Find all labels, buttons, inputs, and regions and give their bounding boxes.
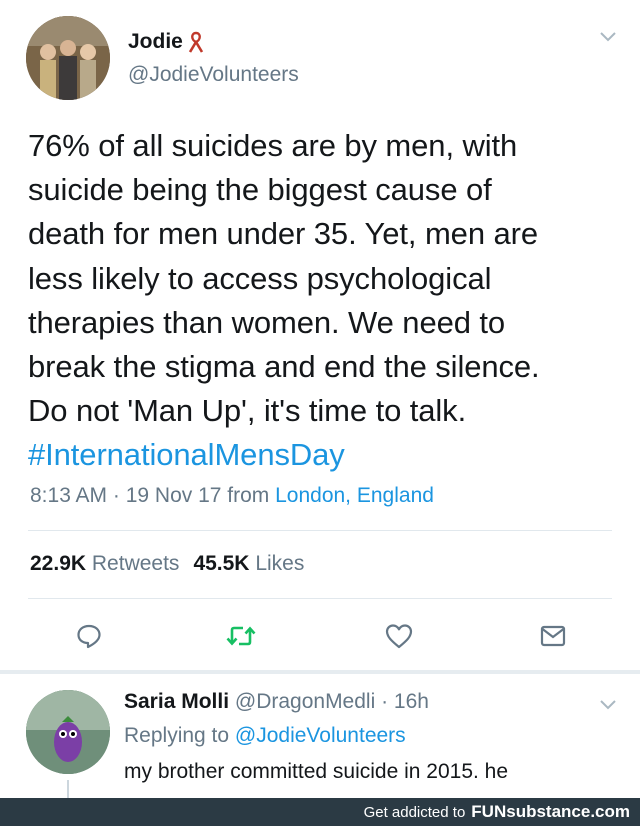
replying-to-prefix: Replying to: [124, 724, 235, 747]
likes-label[interactable]: Likes: [255, 552, 304, 575]
ribbon-emoji-icon: [188, 31, 203, 53]
footer-text: Get addicted to: [363, 803, 466, 821]
tweet-text: 76% of all suicides are by men, with sui…: [28, 124, 628, 478]
tweet-actions: [0, 619, 640, 653]
reply-header: Saria Molli @DragonMedli · 16h: [124, 690, 429, 714]
reply-tweet[interactable]: Saria Molli @DragonMedli · 16h Replying …: [0, 674, 640, 798]
tweet-text-line: 76% of all suicides are by men, with: [28, 128, 518, 163]
reply-text: my brother committed suicide in 2015. he: [124, 760, 509, 783]
tweet-meta: 8:13 AM · 19 Nov 17 from London, England: [30, 484, 434, 508]
tweet-text-line: death for men under 35. Yet, men are: [28, 216, 538, 252]
reply-icon[interactable]: [72, 619, 106, 653]
footer-brand: FUNsubstance.com: [471, 802, 630, 821]
reply-author-name[interactable]: Saria Molli: [124, 690, 229, 713]
reply-time[interactable]: · 16h: [381, 690, 429, 713]
main-tweet: Jodie @JodieVolunteers 76% of all suicid…: [0, 0, 640, 672]
divider: [28, 530, 612, 531]
replying-to: Replying to @JodieVolunteers: [124, 724, 406, 748]
tweet-text-line: therapies than women. We need to: [28, 304, 506, 340]
hashtag-link[interactable]: #InternationalMensDay: [28, 433, 628, 477]
location-link[interactable]: London, England: [275, 484, 434, 507]
tweet-text-line: suicide being the biggest cause of: [28, 172, 492, 208]
author-handle[interactable]: @JodieVolunteers: [128, 63, 299, 87]
chevron-down-icon[interactable]: [598, 698, 618, 712]
author-avatar[interactable]: [26, 16, 110, 100]
replying-to-handle[interactable]: @JodieVolunteers: [235, 724, 406, 747]
watermark-footer: Get addicted to FUNsubstance.com: [0, 798, 640, 826]
likes-count[interactable]: 45.5K: [193, 552, 249, 575]
tweet-text-line: Do not 'Man Up', it's time to talk.: [28, 393, 467, 429]
reply-author-handle[interactable]: @DragonMedli: [235, 690, 375, 713]
tweet-text-line: break the stigma and end the silence.: [28, 349, 540, 385]
retweets-count[interactable]: 22.9K: [30, 552, 86, 575]
chevron-down-icon[interactable]: [598, 30, 618, 44]
thread-line: [67, 780, 69, 798]
like-icon[interactable]: [382, 619, 416, 653]
tweet-text-line: less likely to access psychological: [28, 260, 492, 296]
message-icon[interactable]: [536, 619, 570, 653]
retweet-icon[interactable]: [224, 619, 258, 653]
divider: [28, 598, 612, 599]
retweets-label[interactable]: Retweets: [92, 552, 180, 575]
timestamp[interactable]: 8:13 AM · 19 Nov 17 from: [30, 484, 275, 507]
reply-author-avatar[interactable]: [26, 690, 110, 774]
author-name[interactable]: Jodie: [128, 30, 183, 54]
tweet-stats: 22.9K Retweets 45.5K Likes: [30, 552, 304, 576]
